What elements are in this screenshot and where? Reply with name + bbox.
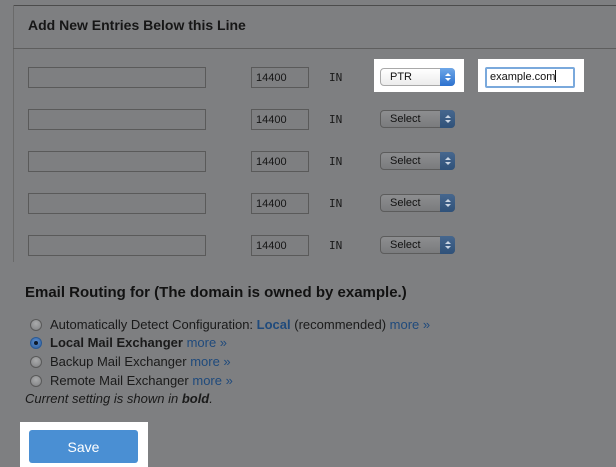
type-select[interactable]: PTR [380,68,455,86]
record-data-value: example.com [490,71,556,83]
note-bold-word: bold [181,391,210,406]
panel-border [13,5,14,262]
save-button[interactable]: Save [29,430,138,463]
type-select[interactable]: Select [380,194,455,212]
note-text: Current setting is shown in [25,391,179,406]
top-border [13,5,616,6]
name-input[interactable] [28,67,206,88]
class-label: IN [329,71,343,84]
ttl-input[interactable]: 14400 [251,151,309,172]
entry-row: 14400 IN Select [0,193,616,217]
name-input[interactable] [28,235,206,256]
select-arrows-icon [440,68,455,86]
header-divider [13,48,616,49]
record-data-input[interactable]: example.com [485,67,575,88]
ttl-input[interactable]: 14400 [251,235,309,256]
radio-auto-detect[interactable] [30,319,42,331]
class-label: IN [329,155,343,168]
more-link[interactable]: more » [187,335,227,350]
type-select-value: Select [390,239,421,251]
select-arrows-icon [440,194,455,212]
class-label: IN [329,239,343,252]
radio-local[interactable] [30,337,42,349]
name-input[interactable] [28,193,206,214]
note-period: . [209,391,213,406]
detected-value: Local [256,317,291,332]
radio-backup[interactable] [30,356,42,368]
email-routing-title: Email Routing for (The domain is owned b… [25,284,407,301]
type-select-value: Select [390,113,421,125]
class-label: IN [329,113,343,126]
type-select[interactable]: Select [380,236,455,254]
more-link[interactable]: more » [192,373,232,388]
select-arrows-icon [440,152,455,170]
more-link[interactable]: more » [390,317,430,332]
entry-row: 14400 IN Select [0,235,616,259]
option-suffix: (recommended) [294,317,387,332]
class-label: IN [329,197,343,210]
option-label: Automatically Detect Configuration: [50,317,254,332]
type-select-value: Select [390,197,421,209]
entry-row: 14400 IN Select [0,109,616,133]
ttl-input[interactable]: 14400 [251,67,309,88]
current-setting-note: Current setting is shown in bold. [25,391,213,406]
type-select-value: PTR [390,71,412,83]
option-label: Local Mail Exchanger [50,335,183,350]
text-cursor [555,70,557,82]
option-label: Backup Mail Exchanger [50,354,187,369]
type-select[interactable]: Select [380,152,455,170]
radio-remote[interactable] [30,375,42,387]
ttl-input[interactable]: 14400 [251,109,309,130]
entry-row: 14400 IN Select [0,151,616,175]
select-arrows-icon [440,110,455,128]
type-select[interactable]: Select [380,110,455,128]
name-input[interactable] [28,151,206,172]
section-title: Add New Entries Below this Line [28,17,246,33]
type-select-value: Select [390,155,421,167]
name-input[interactable] [28,109,206,130]
option-label: Remote Mail Exchanger [50,373,189,388]
more-link[interactable]: more » [190,354,230,369]
ttl-input[interactable]: 14400 [251,193,309,214]
select-arrows-icon [440,236,455,254]
entry-row: 14400 IN PTR example.com [0,67,616,91]
